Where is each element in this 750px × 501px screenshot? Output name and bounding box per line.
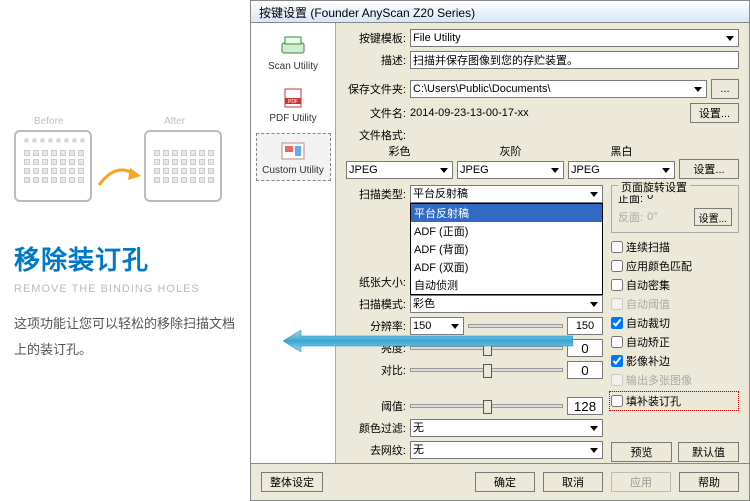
folder-select[interactable]: C:\Users\Public\Documents\ [410,80,707,98]
scanner-icon [279,34,307,58]
bright-value[interactable] [567,339,603,357]
color-header: 彩色 [346,143,453,159]
ok-button[interactable]: 确定 [475,472,535,492]
format-settings-button[interactable]: 设置... [679,159,739,179]
global-button[interactable]: 整体设定 [261,472,323,492]
settings-dialog: 按键设置 (Founder AnyScan Z20 Series) Scan U… [250,0,750,501]
rotate-settings-button[interactable]: 设置... [694,208,732,226]
bw-header: 黑白 [568,143,675,159]
thresh-value[interactable] [567,397,603,415]
back-label: 反面: [618,209,643,225]
thresh-label: 阈值: [346,398,406,414]
scantype-label: 扫描类型: [346,186,406,202]
chk-fill-holes[interactable]: 填补装订孔 [609,391,739,411]
titlebar: 按键设置 (Founder AnyScan Z20 Series) [251,1,749,23]
sidebar-label: PDF Utility [269,113,316,124]
browse-button[interactable]: ... [711,79,739,99]
gray-header: 灰阶 [457,143,564,159]
dd-option[interactable]: 平台反射稿 [411,204,602,222]
chk-auto-density[interactable]: 自动密集 [611,277,739,293]
descreen-label: 去网纹: [346,442,406,458]
res-value[interactable] [567,317,603,335]
rotate-legend: 页面旋转设置 [618,179,690,195]
folder-label: 保存文件夹: [346,81,406,97]
sheet-before: Before [14,130,92,202]
promo-subtitle: REMOVE THE BINDING HOLES [14,283,236,295]
arrow-icon [96,160,142,190]
svg-text:PDF: PDF [288,99,298,105]
desc-label: 描述: [346,52,406,68]
footer: 整体设定 确定 取消 应用 帮助 [251,463,749,500]
promo-panel: Before After 移除装订孔 REMOVE THE BINDING HO… [0,0,250,501]
filter-label: 颜色过滤: [346,420,406,436]
chk-multicrop: 输出多张图像 [611,372,739,388]
custom-icon [279,138,307,162]
rotate-group: 页面旋转设置 正面:0° 反面:0° 设置... [611,185,739,233]
help-button[interactable]: 帮助 [679,472,739,492]
preview-button[interactable]: 预览 [611,442,672,462]
bright-label: 亮度: [346,340,406,356]
sidebar-label: Scan Utility [268,61,318,72]
contrast-label: 对比: [346,362,406,378]
diagram: Before After [14,120,236,210]
sidebar-item-scan[interactable]: Scan Utility [256,29,331,77]
contrast-value[interactable] [567,361,603,379]
dd-option[interactable]: ADF (正面) [411,222,602,240]
filename-label: 文件名: [346,105,406,121]
before-label: Before [34,116,63,127]
after-label: After [164,116,185,127]
descreen-select[interactable]: 无 [410,441,603,459]
cancel-button[interactable]: 取消 [543,472,603,492]
mode-select[interactable]: 彩色 [410,295,603,313]
chk-auto-threshold: 自动阈值 [611,296,739,312]
content: 按键模板: File Utility 描述: 保存文件夹: C:\Users\P… [336,23,749,463]
paper-label: 纸张大小: [346,274,406,290]
template-select[interactable]: File Utility [410,29,739,47]
sidebar-item-custom[interactable]: Custom Utility [256,133,331,181]
sheet-after: After [144,130,222,202]
dd-option[interactable]: ADF (背面) [411,240,602,258]
promo-desc: 这项功能让您可以轻松的移除扫描文档上的装订孔。 [14,311,236,363]
back-degree: 0° [647,211,658,223]
scantype-select[interactable]: 平台反射稿 [410,185,603,203]
sidebar: Scan Utility PDF PDF Utility Custom Util… [251,23,336,463]
chk-shadow[interactable]: 影像补边 [611,353,739,369]
contrast-slider[interactable] [410,368,563,372]
res-label: 分辨率: [346,318,406,334]
thresh-slider[interactable] [410,404,563,408]
bright-slider[interactable] [410,346,563,350]
promo-title: 移除装订孔 [14,240,236,277]
apply-button: 应用 [611,472,671,492]
res-select[interactable]: 150 [410,317,464,335]
chk-continuous[interactable]: 连续扫描 [611,239,739,255]
format-label: 文件格式: [346,127,406,143]
dd-option[interactable]: 自动侦测 [411,276,602,294]
filename-settings-button[interactable]: 设置... [690,103,739,123]
filter-select[interactable]: 无 [410,419,603,437]
chk-color-match[interactable]: 应用颜色匹配 [611,258,739,274]
chk-auto-deskew[interactable]: 自动矫正 [611,334,739,350]
desc-input[interactable] [410,51,739,69]
template-label: 按键模板: [346,30,406,46]
sidebar-label: Custom Utility [262,165,324,176]
pdf-icon: PDF [279,86,307,110]
gray-format-select[interactable]: JPEG [457,161,564,179]
sidebar-item-pdf[interactable]: PDF PDF Utility [256,81,331,129]
bw-format-select[interactable]: JPEG [568,161,675,179]
chk-auto-crop[interactable]: 自动裁切 [611,315,739,331]
mode-label: 扫描模式: [346,296,406,312]
color-format-select[interactable]: JPEG [346,161,453,179]
dd-option[interactable]: ADF (双面) [411,258,602,276]
defaults-button[interactable]: 默认值 [678,442,739,462]
filename-value: 2014-09-23-13-00-17-xx [410,107,686,119]
scantype-dropdown[interactable]: 平台反射稿 ADF (正面) ADF (背面) ADF (双面) 自动侦测 [410,203,603,295]
